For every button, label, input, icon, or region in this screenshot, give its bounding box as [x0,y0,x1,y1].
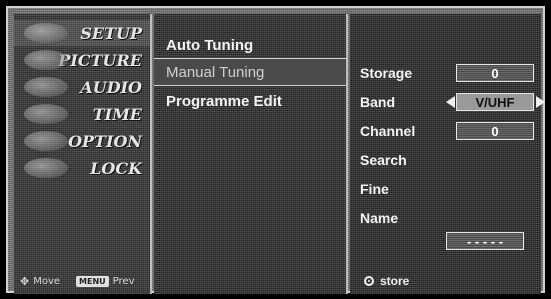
menu-item-option[interactable]: OPTION [14,128,150,154]
picture-icon [24,50,68,70]
arrow-right-icon[interactable] [536,96,545,108]
storage-row: Storage 0 [360,62,536,84]
move-arrows-icon: ✥ [20,274,30,288]
submenu-item-manual-tuning[interactable]: Manual Tuning [154,58,346,86]
search-label: Search [360,152,407,168]
store-label: store [380,274,410,288]
menu-item-label: TIME [92,104,142,124]
channel-row: Channel 0 [360,120,536,142]
name-value[interactable]: - - - - - [446,232,524,250]
ok-button-icon [364,276,374,286]
menu-item-audio[interactable]: AUDIO [14,74,150,100]
arrow-left-icon[interactable] [446,96,455,108]
setup-submenu: Auto Tuning Manual Tuning Programme Edit [154,14,348,294]
prev-hint-label: Prev [112,275,135,287]
menu-item-label: PICTURE [58,50,142,70]
fine-label: Fine [360,181,389,197]
band-value[interactable]: V/UHF [456,93,534,111]
move-hint-label: Move [33,275,61,287]
name-row: Name [360,207,536,229]
menu-item-lock[interactable]: LOCK [14,155,150,181]
submenu-item-auto-tuning[interactable]: Auto Tuning [154,31,346,59]
submenu-item-programme-edit[interactable]: Programme Edit [154,87,346,115]
name-label: Name [360,210,399,226]
menu-item-time[interactable]: TIME [14,101,150,127]
time-icon [24,104,68,124]
menu-item-label: AUDIO [80,77,142,97]
menu-item-setup[interactable]: SETUP [14,20,150,46]
channel-value[interactable]: 0 [456,122,534,140]
option-icon [24,131,68,151]
navigation-hint: ✥ Move MENU Prev [20,272,150,290]
menu-item-label: LOCK [90,158,142,178]
storage-value[interactable]: 0 [456,64,534,82]
setup-icon [24,23,68,43]
manual-tuning-panel: Storage 0 Band V/UHF Channel 0 Search Fi… [350,14,545,294]
menu-item-label: SETUP [80,23,142,43]
main-menu: SETUP PICTURE AUDIO TIME OPTION LOCK ✥ M… [14,14,152,294]
channel-label: Channel [360,123,416,139]
name-value-row: - - - - - [360,230,536,252]
storage-label: Storage [360,65,413,81]
store-hint: store [364,274,409,288]
audio-icon [24,77,68,97]
menu-item-label: OPTION [68,131,142,151]
tv-menu-screen: SETUP PICTURE AUDIO TIME OPTION LOCK ✥ M… [6,6,545,294]
band-row: Band V/UHF [360,91,545,113]
band-label: Band [360,94,395,110]
menu-item-picture[interactable]: PICTURE [14,47,150,73]
search-row[interactable]: Search [360,149,536,171]
fine-row[interactable]: Fine [360,178,536,200]
menu-key-icon: MENU [76,275,109,287]
lock-icon [24,158,68,178]
